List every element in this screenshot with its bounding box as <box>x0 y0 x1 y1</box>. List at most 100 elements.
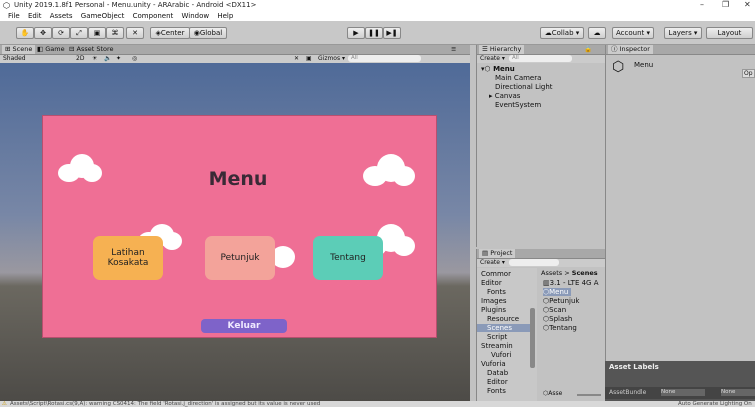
pause-button[interactable]: ❚❚ <box>365 27 383 39</box>
move-tool-icon[interactable]: ✥ <box>34 27 52 39</box>
folder-tree-item[interactable]: Vuforia <box>481 360 506 368</box>
tab-inspector[interactable]: ⓘ Inspector <box>608 45 653 54</box>
latihan-kosakata-button[interactable]: Latihan Kosakata <box>93 236 163 280</box>
audio-toggle-icon[interactable]: 🔈 <box>104 55 111 62</box>
folder-tree-item[interactable]: Vufori <box>491 351 511 359</box>
breadcrumb-leaf[interactable]: Scenes <box>572 269 598 277</box>
folder-icon: ▤ <box>482 249 489 257</box>
menu-gameobject[interactable]: GameObject <box>81 12 125 20</box>
asset-item[interactable]: ⬡Tentang <box>543 324 577 332</box>
folder-tree-item[interactable]: Plugins <box>481 306 506 314</box>
folder-tree-item[interactable]: Commor <box>481 270 511 278</box>
asset-item[interactable]: ▥3.1 - LTE 4G A <box>543 279 599 287</box>
hand-tool-icon[interactable]: ✋ <box>16 27 34 39</box>
assetbundle-dropdown[interactable]: None <box>661 389 705 396</box>
auto-lighting-status: Auto Generate Lighting On <box>678 401 752 407</box>
hierarchy-item[interactable]: Directional Light <box>495 83 553 91</box>
tab-project[interactable]: ▤ Project <box>479 249 516 258</box>
project-folder-tree: Commor Editor Fonts Images Plugins Resou… <box>477 268 537 401</box>
camera-icon[interactable]: ▣ <box>306 55 312 62</box>
menu-help[interactable]: Help <box>217 12 233 20</box>
zoom-slider[interactable] <box>577 394 601 396</box>
unity-scene-icon: ▾⬡ <box>481 65 491 73</box>
scene-tab-menu-icon[interactable]: ≡ <box>448 45 459 54</box>
scene-search-input[interactable]: All <box>348 55 421 62</box>
maximize-button[interactable]: ❐ <box>722 0 729 9</box>
tab-asset-store[interactable]: ⊟ Asset Store <box>66 45 117 54</box>
close-button[interactable]: ✕ <box>744 0 751 9</box>
rect-tool-icon[interactable]: ▣ <box>88 27 106 39</box>
tools-icon[interactable]: ✕ <box>294 55 299 62</box>
scale-tool-icon[interactable]: ⤢ <box>70 27 88 39</box>
breadcrumb-separator: > <box>564 269 570 277</box>
folder-tree-item[interactable]: Script <box>487 333 507 341</box>
layers-dropdown[interactable]: Layers ▾ <box>664 27 702 39</box>
shading-mode-dropdown[interactable]: Shaded <box>3 55 26 62</box>
menu-title: Menu <box>208 168 268 190</box>
petunjuk-button[interactable]: Petunjuk <box>205 236 275 280</box>
folder-tree-item[interactable]: Fonts <box>487 288 506 296</box>
minimize-button[interactable]: – <box>700 0 704 9</box>
menu-file[interactable]: File <box>8 12 20 20</box>
hierarchy-search-input[interactable]: All <box>509 55 572 62</box>
layout-dropdown[interactable]: Layout <box>706 27 753 39</box>
pivot-center-toggle[interactable]: ◈Center <box>150 27 190 39</box>
2d-toggle[interactable]: 2D <box>76 55 84 62</box>
hierarchy-create-dropdown[interactable]: Create ▾ <box>480 55 505 62</box>
console-warning-message[interactable]: Assets\Script\Rotasi.cs(9,A): warning CS… <box>10 401 320 407</box>
pivot-global-toggle[interactable]: ◉Global <box>189 27 227 39</box>
warning-icon: ⚠ <box>2 401 7 407</box>
hierarchy-item[interactable]: EventSystem <box>495 101 541 109</box>
gizmos-dropdown[interactable]: Gizmos ▾ <box>318 55 345 62</box>
open-button[interactable]: Op <box>742 69 755 78</box>
keluar-button[interactable]: Keluar <box>201 319 287 333</box>
services-cloud-icon[interactable]: ☁ <box>588 27 606 39</box>
folder-tree-item[interactable]: Editor <box>487 378 508 386</box>
menu-window[interactable]: Window <box>182 12 210 20</box>
hidden-count-icon[interactable]: ◎ <box>132 55 137 62</box>
asset-item[interactable]: ⬡Splash <box>543 315 572 323</box>
folder-tree-item[interactable]: Fonts <box>487 387 506 395</box>
folder-tree-item[interactable]: Streamin <box>481 342 513 350</box>
expand-arrow-icon: ▸ <box>489 92 493 100</box>
play-button[interactable]: ▶ <box>347 27 365 39</box>
menu-assets[interactable]: Assets <box>50 12 73 20</box>
tree-scrollbar[interactable] <box>530 308 535 368</box>
lock-icon[interactable]: 🔒 <box>581 45 595 54</box>
rotate-tool-icon[interactable]: ⟳ <box>52 27 70 39</box>
light-toggle-icon[interactable]: ☀ <box>92 55 97 62</box>
unity-scene-asset-icon: ⬡ <box>612 59 625 75</box>
tab-game[interactable]: ◧ Game <box>34 45 68 54</box>
account-dropdown[interactable]: Account ▾ <box>612 27 654 39</box>
hierarchy-item[interactable]: Main Camera <box>495 74 541 82</box>
folder-tree-item[interactable]: Editor <box>481 279 502 287</box>
project-create-dropdown[interactable]: Create ▾ <box>480 259 505 266</box>
folder-tree-item[interactable]: Images <box>481 297 507 305</box>
selected-asset-path: ⬡Asse <box>543 390 563 397</box>
effects-toggle-icon[interactable]: ✦ <box>116 55 121 62</box>
transform-tool-icon[interactable]: ⌘ <box>106 27 124 39</box>
scene-root-item[interactable]: ▾⬡ Menu <box>481 65 515 73</box>
folder-tree-item-selected[interactable]: Scenes <box>477 324 533 332</box>
project-search-input[interactable] <box>509 259 559 266</box>
asset-item-selected[interactable]: ⬡Menu <box>543 288 572 296</box>
menu-bar: File Edit Assets GameObject Component Wi… <box>0 11 755 21</box>
hierarchy-item[interactable]: ▸ Canvas <box>489 92 520 100</box>
tab-scene[interactable]: ⊞ Scene <box>2 45 36 54</box>
step-button[interactable]: ▶❚ <box>383 27 401 39</box>
assetbundle-variant-dropdown[interactable]: None <box>721 389 755 396</box>
collab-dropdown[interactable]: ☁Collab ▾ <box>540 27 584 39</box>
tab-hierarchy[interactable]: ☰ Hierarchy <box>479 45 525 54</box>
folder-tree-item[interactable]: Resource <box>487 315 519 323</box>
scene-file-icon: ▥ <box>543 279 550 287</box>
menu-edit[interactable]: Edit <box>28 12 42 20</box>
breadcrumb-root[interactable]: Assets <box>541 269 562 277</box>
hierarchy-panel: ☰ Hierarchy 🔒 Create ▾ All ▾⬡ Menu Main … <box>476 45 605 247</box>
tentang-button[interactable]: Tentang <box>313 236 383 280</box>
asset-item[interactable]: ⬡Petunjuk <box>543 297 579 305</box>
menu-component[interactable]: Component <box>133 12 174 20</box>
info-icon: ⓘ <box>611 45 618 53</box>
asset-item[interactable]: ⬡Scan <box>543 306 566 314</box>
custom-tool-icon[interactable]: ✕ <box>126 27 144 39</box>
folder-tree-item[interactable]: Datab <box>487 369 508 377</box>
